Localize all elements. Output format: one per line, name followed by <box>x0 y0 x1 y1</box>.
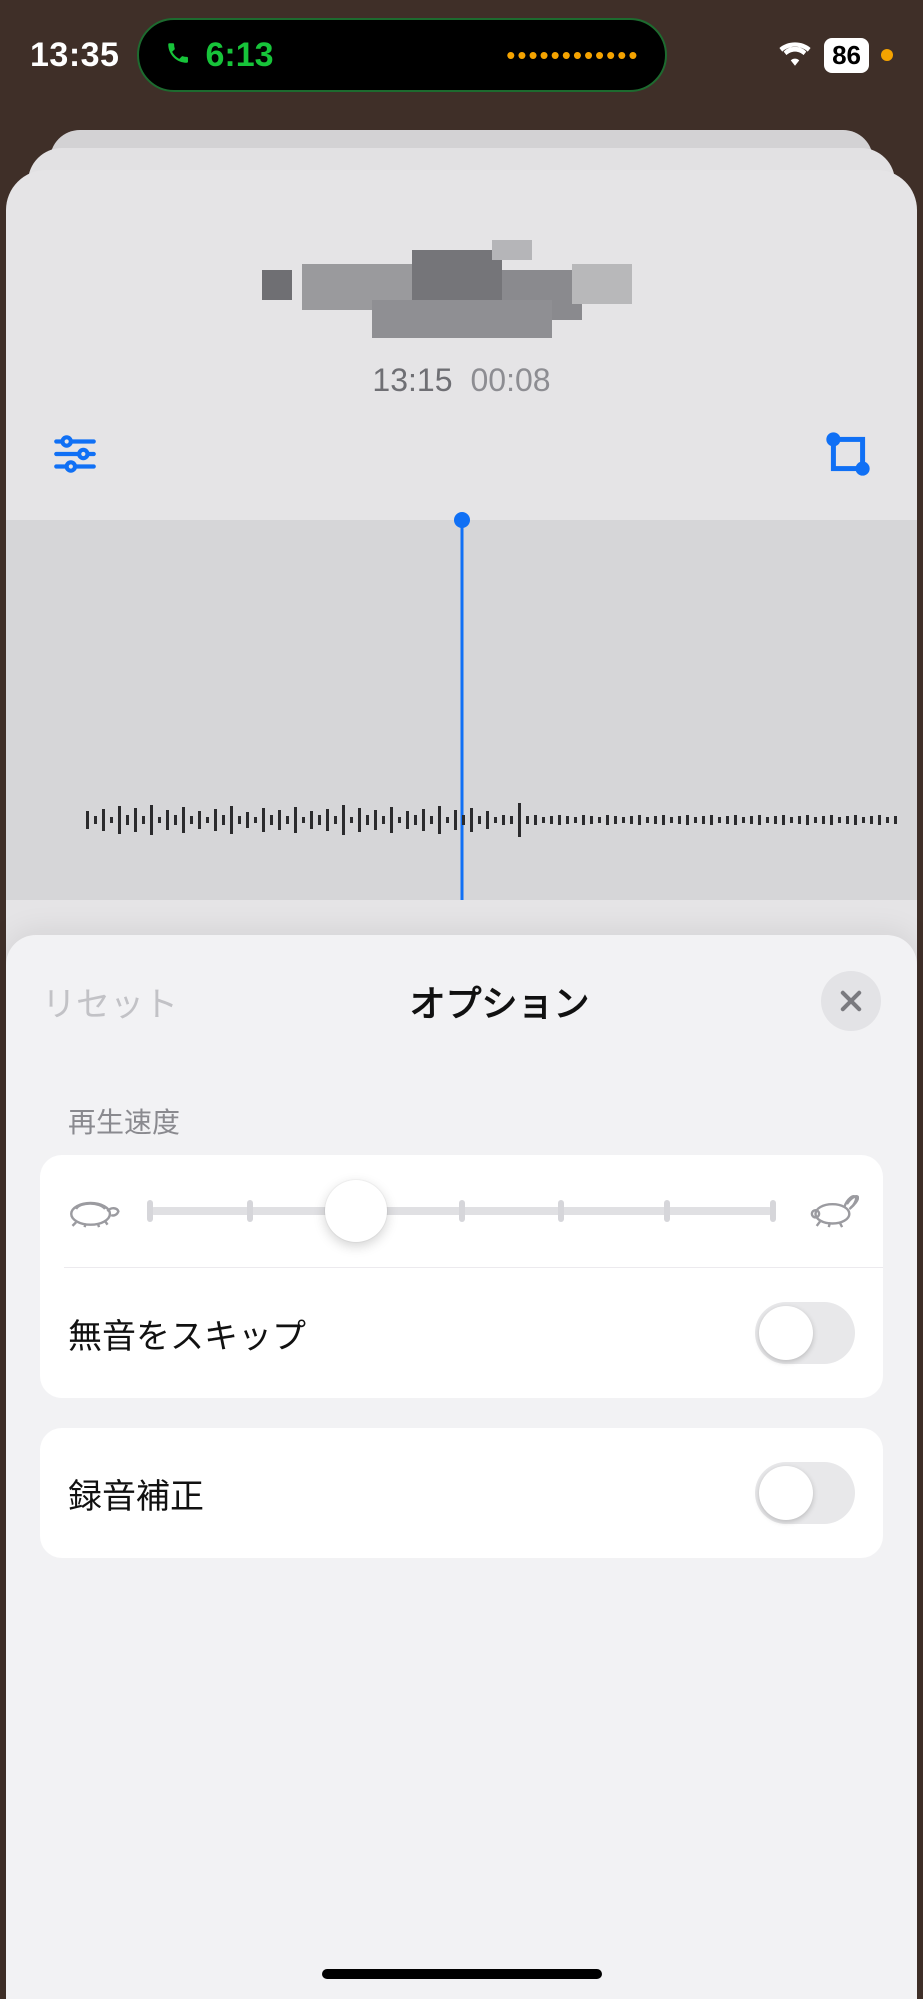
mic-indicator-dot <box>881 49 893 61</box>
waveform-area[interactable] <box>6 520 917 900</box>
skip-silence-label: 無音をスキップ <box>68 1309 306 1358</box>
enhance-row: 録音補正 <box>40 1428 883 1558</box>
skip-silence-row: 無音をスキップ <box>40 1268 883 1398</box>
recording-duration: 00:08 <box>471 362 551 398</box>
recording-title-redacted <box>262 240 662 350</box>
call-duration: 6:13 <box>205 36 273 75</box>
wifi-icon <box>778 40 812 71</box>
waveform <box>6 780 917 860</box>
recording-meta: 13:15 00:08 <box>6 362 917 399</box>
trim-icon[interactable] <box>823 429 873 484</box>
rabbit-icon <box>801 1189 859 1234</box>
status-time: 13:35 <box>30 36 119 75</box>
status-bar: 13:35 6:13 •••••••••••• 86 <box>0 0 923 110</box>
enhance-toggle[interactable] <box>755 1462 855 1524</box>
phone-icon <box>165 40 191 71</box>
options-sheet: リセット オプション 再生速度 <box>6 935 917 1999</box>
reset-button[interactable]: リセット <box>42 977 178 1026</box>
home-indicator[interactable] <box>322 1969 602 1979</box>
speed-panel: 無音をスキップ <box>40 1155 883 1398</box>
active-call-pill[interactable]: 6:13 •••••••••••• <box>137 18 667 92</box>
enhance-panel: 録音補正 <box>40 1428 883 1558</box>
sheet-title: オプション <box>409 975 589 1027</box>
slider-knob[interactable] <box>325 1180 387 1242</box>
turtle-icon <box>64 1189 122 1234</box>
battery-level: 86 <box>824 38 869 73</box>
audio-level-dots: •••••••••••• <box>506 40 639 71</box>
playback-speed-label: 再生速度 <box>6 1051 917 1155</box>
close-button[interactable] <box>821 971 881 1031</box>
playback-speed-slider[interactable] <box>150 1181 773 1241</box>
skip-silence-toggle[interactable] <box>755 1302 855 1364</box>
enhance-label: 録音補正 <box>68 1469 204 1518</box>
recording-timestamp: 13:15 <box>372 362 452 398</box>
options-icon[interactable] <box>50 429 100 484</box>
